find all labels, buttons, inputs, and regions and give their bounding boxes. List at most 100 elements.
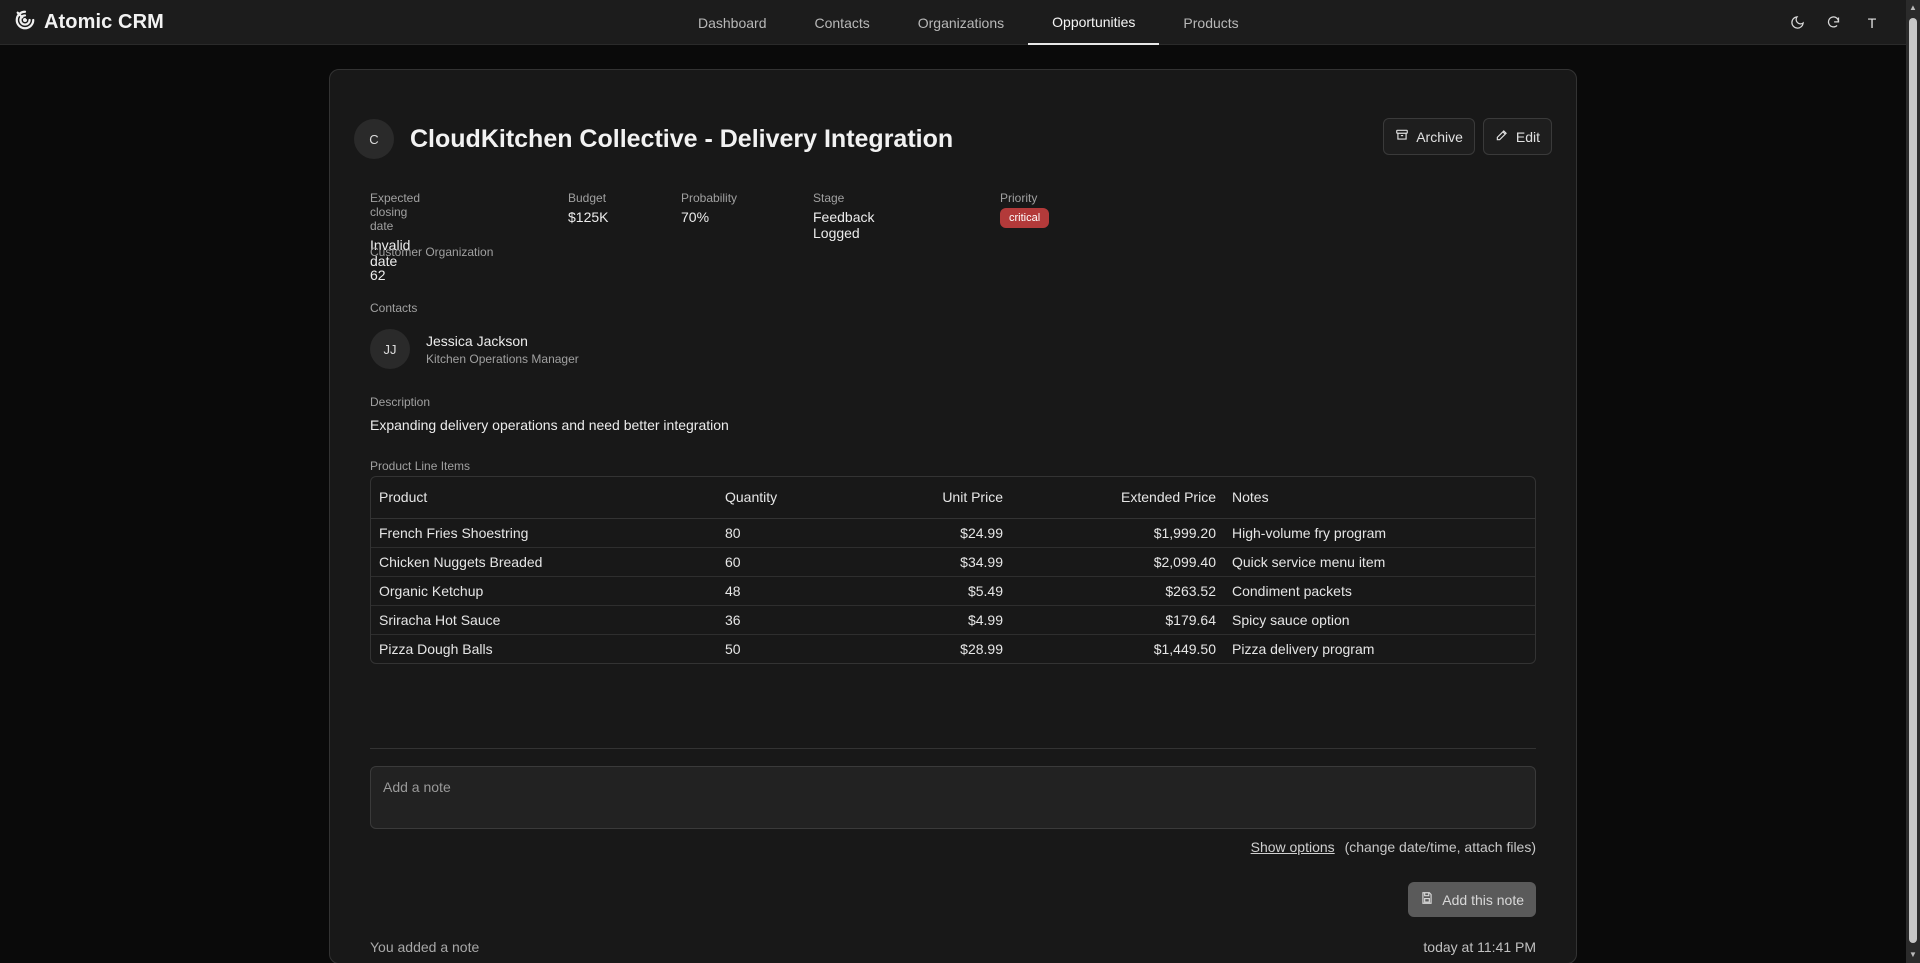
line-items-label-wrap: Product Line Items: [370, 459, 470, 473]
nav-dashboard[interactable]: Dashboard: [674, 0, 791, 45]
cell-unit-price: $28.99: [877, 633, 1011, 663]
description-value: Expanding delivery operations and need b…: [370, 417, 729, 433]
cell-product: Chicken Nuggets Breaded: [371, 546, 717, 576]
customer-org-value: 62: [370, 267, 386, 283]
probability-value: 70%: [681, 209, 710, 225]
scroll-up-arrow-icon[interactable]: ▲: [1908, 3, 1918, 13]
add-note-label: Add this note: [1442, 891, 1524, 908]
cell-notes: Condiment packets: [1224, 575, 1535, 605]
cell-extended-price: $1,999.20: [1153, 524, 1216, 541]
opportunity-card: C CloudKitchen Collective - Delivery Int…: [329, 69, 1577, 963]
contact-avatar: JJ: [370, 329, 410, 369]
scroll-thumb[interactable]: [1909, 18, 1917, 943]
cell-extended-price: $263.52: [1011, 575, 1224, 605]
contact-role: Kitchen Operations Manager: [426, 351, 579, 366]
budget-field: Budget $125K: [568, 191, 608, 225]
nav-organizations[interactable]: Organizations: [894, 0, 1028, 45]
cell-quantity: 48: [717, 575, 877, 605]
description-section: Description Expanding delivery operation…: [370, 395, 729, 433]
cell-product: Organic Ketchup: [371, 575, 717, 605]
contact-name: Jessica Jackson: [426, 332, 528, 349]
customer-org-section: Customer Organization 62: [370, 245, 493, 283]
cell-product: Pizza Dough Balls: [371, 633, 717, 663]
page-scrollbar[interactable]: ▲ ▼: [1906, 0, 1920, 963]
budget-value: $125K: [568, 209, 609, 225]
cell-quantity: 80: [725, 524, 741, 541]
archive-icon: [1395, 128, 1409, 145]
cell-notes: Spicy sauce option: [1224, 604, 1535, 634]
cell-notes: Quick service menu item: [1224, 546, 1535, 576]
cell-notes: High-volume fry program: [1232, 524, 1387, 541]
contacts-section: Contacts JJ Jessica Jackson Kitchen Oper…: [370, 301, 579, 369]
line-items-label: Product Line Items: [370, 459, 471, 473]
brand[interactable]: Atomic CRM: [14, 9, 164, 36]
cell-unit-price: $4.99: [877, 604, 1011, 634]
cell-quantity: 36: [717, 604, 877, 634]
org-avatar: C: [354, 119, 394, 159]
col-product: Product: [371, 477, 717, 519]
table-row: Pizza Dough Balls 50 $28.99 $1,449.50 Pi…: [371, 633, 1535, 663]
col-extended-price: Extended Price: [1011, 477, 1224, 519]
priority-label: Priority: [1000, 191, 1038, 205]
table-row: Sriracha Hot Sauce 36 $4.99 $179.64 Spic…: [371, 604, 1535, 634]
pencil-icon: [1495, 128, 1509, 145]
dark-mode-moon-icon[interactable]: [1788, 14, 1806, 32]
probability-label: Probability: [681, 191, 738, 205]
line-items-table: Product Quantity Unit Price Extended Pri…: [370, 476, 1536, 664]
cell-unit-price: $5.49: [877, 575, 1011, 605]
page-title: CloudKitchen Collective - Delivery Integ…: [410, 124, 954, 153]
cell-product: Sriracha Hot Sauce: [371, 604, 717, 634]
archive-button[interactable]: Archive: [1383, 118, 1475, 155]
save-icon: [1420, 891, 1434, 908]
edit-button[interactable]: Edit: [1482, 118, 1552, 155]
priority-field: Priority critical: [1000, 191, 1050, 228]
cell-notes: Pizza delivery program: [1224, 633, 1535, 663]
edit-label: Edit: [1515, 128, 1540, 145]
user-avatar[interactable]: T: [1860, 11, 1884, 35]
closing-date-label: Expected closing date: [370, 191, 421, 233]
col-notes: Notes: [1224, 477, 1535, 519]
opportunity-header: C CloudKitchen Collective - Delivery Int…: [354, 119, 953, 159]
table-header-row: Product Quantity Unit Price Extended Pri…: [371, 477, 1535, 519]
add-note-button[interactable]: Add this note: [1408, 882, 1536, 917]
refresh-icon[interactable]: [1824, 14, 1842, 32]
priority-badge: critical: [1000, 208, 1050, 228]
cell-unit-price: $24.99: [960, 524, 1003, 541]
budget-label: Budget: [568, 191, 607, 205]
cell-extended-price: $2,099.40: [1011, 546, 1224, 576]
description-label: Description: [370, 395, 431, 409]
stage-value: Feedback Logged: [813, 209, 875, 241]
cell-extended-price: $1,449.50: [1011, 633, 1224, 663]
nav-products[interactable]: Products: [1159, 0, 1262, 45]
contacts-label: Contacts: [370, 301, 418, 315]
probability-field: Probability 70%: [681, 191, 737, 225]
app-title: Atomic CRM: [44, 11, 164, 33]
cell-quantity: 50: [717, 633, 877, 663]
top-navbar: Atomic CRM Dashboard Contacts Organizati…: [0, 0, 1906, 45]
note-author: You added a note: [370, 939, 480, 955]
cell-extended-price: $179.64: [1011, 604, 1224, 634]
divider: [370, 748, 1536, 749]
contact-item[interactable]: JJ Jessica Jackson Kitchen Operations Ma…: [370, 329, 579, 369]
options-hint: (change date/time, attach files): [1344, 839, 1536, 855]
show-options-link[interactable]: Show options: [1251, 839, 1335, 855]
note-options: Show options (change date/time, attach f…: [1251, 839, 1536, 855]
top-actions: T: [1788, 0, 1884, 45]
table-row: French Fries Shoestring 80 $24.99 $1,999…: [371, 518, 1535, 547]
archive-label: Archive: [1416, 128, 1463, 145]
col-unit-price: Unit Price: [877, 477, 1011, 519]
scroll-down-arrow-icon[interactable]: ▼: [1908, 950, 1918, 960]
nav-opportunities[interactable]: Opportunities: [1028, 0, 1160, 45]
table-row: Chicken Nuggets Breaded 60 $34.99 $2,099…: [371, 546, 1535, 576]
stage-field: Stage Feedback Logged: [813, 191, 874, 241]
header-actions: Archive Edit: [1383, 118, 1552, 155]
customer-org-label: Customer Organization: [370, 245, 494, 259]
cell-quantity: 60: [717, 546, 877, 576]
nav-contacts[interactable]: Contacts: [791, 0, 894, 45]
note-timestamp: today at 11:41 PM: [1423, 939, 1536, 955]
note-input[interactable]: Add a note: [370, 766, 1536, 829]
atomic-logo-icon: [14, 9, 36, 36]
col-quantity: Quantity: [717, 477, 877, 519]
note-entry-meta: You added a note today at 11:41 PM: [370, 939, 1536, 955]
cell-product: French Fries Shoestring: [379, 524, 529, 541]
